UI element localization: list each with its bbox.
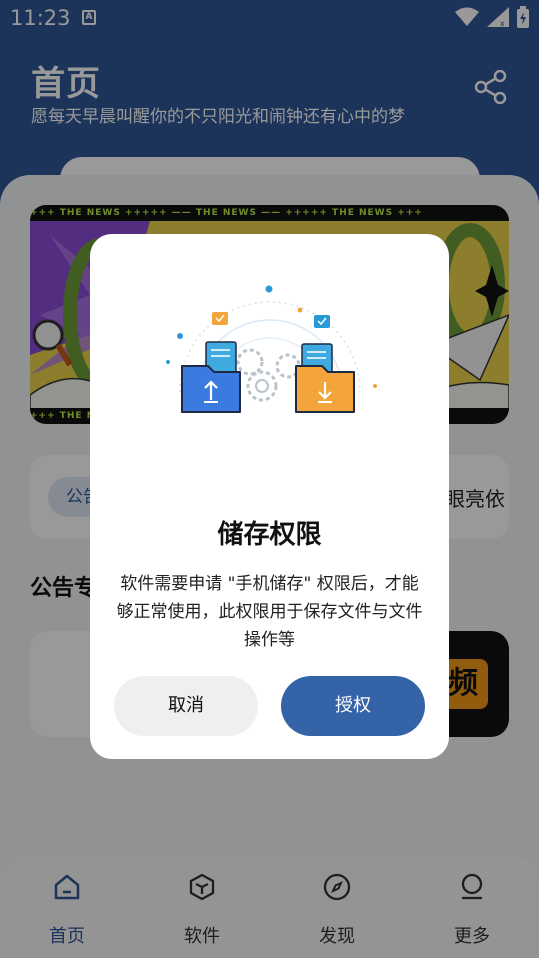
permission-dialog: 储存权限 软件需要申请 "手机储存" 权限后，才能够正常使用，此权限用于保存文件…: [90, 234, 449, 759]
dialog-message: 软件需要申请 "手机储存" 权限后，才能够正常使用，此权限用于保存文件与文件操作…: [116, 574, 423, 650]
grant-button[interactable]: 授权: [281, 676, 425, 736]
folder-transfer-illustration: [166, 285, 377, 413]
cancel-button[interactable]: 取消: [114, 676, 258, 736]
dialog-title: 储存权限: [217, 520, 322, 550]
